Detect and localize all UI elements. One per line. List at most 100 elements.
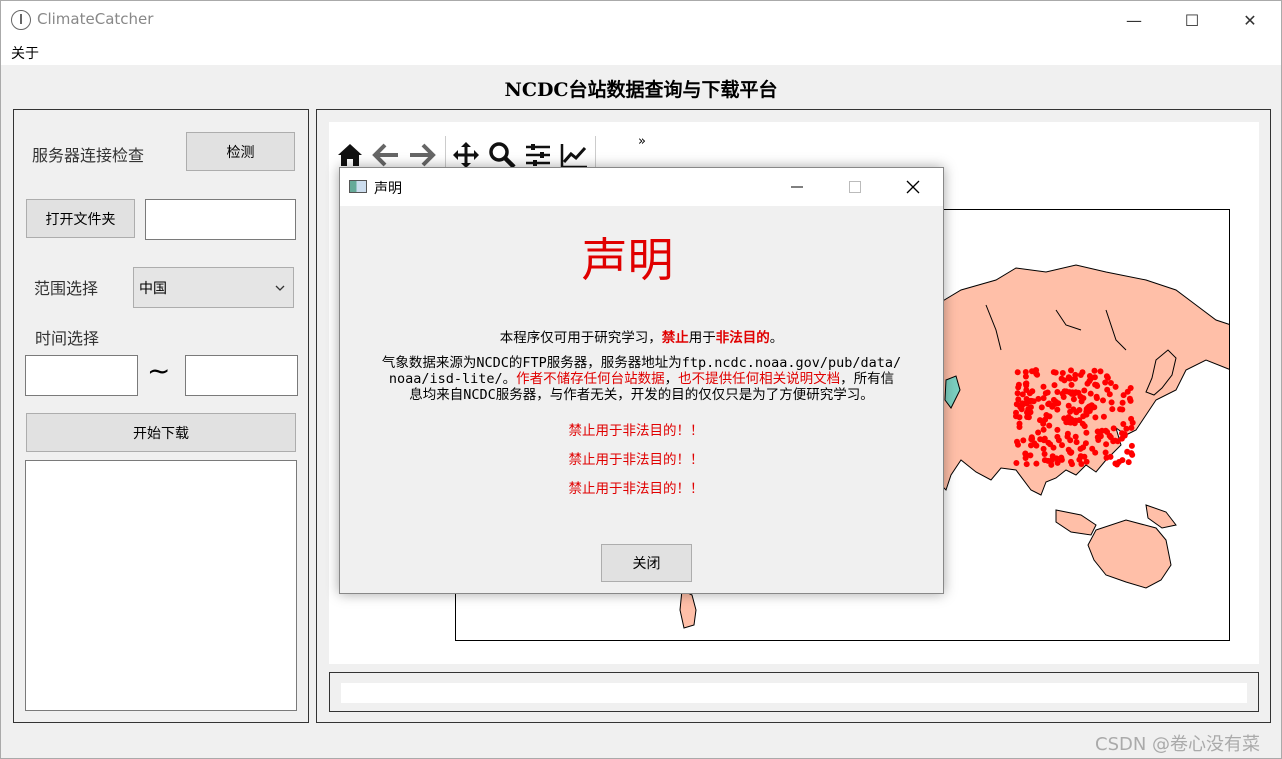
station-dot [1086,373,1093,379]
maximize-button[interactable]: ☐ [1163,1,1221,39]
usage-notice-mid: 用于 [688,330,716,346]
minimize-button[interactable]: — [1105,1,1163,39]
station-dot [1128,424,1135,431]
toolbar-overflow-button[interactable]: » [638,134,646,149]
station-dot [1072,433,1079,440]
station-dot [1108,399,1115,406]
window-icon [349,180,367,193]
station-dot [1065,375,1072,382]
no-storage-text: 作者不储存任何台站数据 [516,371,665,387]
station-dot [1104,374,1111,381]
log-output[interactable] [25,460,297,711]
zoom-icon[interactable] [487,140,517,170]
progress-bar [341,683,1247,703]
station-dot [1097,368,1104,375]
open-folder-button[interactable]: 打开文件夹 [26,199,135,238]
dialog-title-bar[interactable]: 声明 [340,168,943,206]
station-dot [1068,367,1074,374]
menu-about[interactable]: 关于 [11,43,39,63]
station-dot [1033,460,1040,467]
station-dot [1061,415,1068,422]
app-window: ClimateCatcher — ☐ ✕ 关于 NCDC台站数据查询与下载平台 … [0,0,1282,759]
disclaimer-dialog: 声明 声明 本程序仅可用于研究学习，禁止用于非法目的。 气象数据来源为NCDC的… [339,167,944,594]
station-dot [1091,367,1098,374]
home-icon[interactable] [335,140,365,170]
land-mass [1087,519,1172,589]
source-line-3: 息均来自NCDC服务器，与作者无关，开发的目的仅仅只是为了方便研究学习。 [409,387,874,403]
range-select[interactable]: 中国 [133,267,294,308]
station-dot [1104,386,1111,393]
station-dot [1049,403,1056,410]
station-dot [1054,389,1061,395]
configure-subplots-icon[interactable] [523,140,553,170]
station-dot [1112,383,1119,390]
station-dot [1052,369,1059,376]
dialog-close-button[interactable] [906,180,920,194]
start-download-button[interactable]: 开始下载 [26,413,296,452]
station-dot [1110,425,1117,432]
station-dot [1046,422,1053,429]
page-title: NCDC台站数据查询与下载平台 [504,79,778,101]
edit-axis-icon[interactable] [559,140,589,170]
station-dot [1117,406,1124,413]
source-line-2-prefix: noaa/isd-lite/。 [388,371,517,387]
station-dot [1094,383,1101,389]
station-dot [1092,414,1099,421]
back-icon[interactable] [371,140,401,170]
dialog-minimize-button[interactable] [790,180,804,194]
time-label: 时间选择 [35,329,100,348]
dialog-maximize-button[interactable] [848,180,862,194]
station-dot [1081,423,1088,430]
source-line-2-sep: ， [664,371,679,387]
station-dot [1027,452,1034,459]
station-dot [1119,399,1126,406]
station-dot [1119,457,1126,464]
station-dot [1016,420,1023,427]
illegal-text: 非法目的 [715,330,770,346]
usage-notice-prefix: 本程序仅可用于研究学习， [499,330,662,346]
forward-icon[interactable] [407,140,437,170]
station-dot [1040,426,1047,433]
station-dot [1093,395,1100,402]
watermark: CSDN @卷心没有菜 [1095,734,1261,755]
check-button[interactable]: 检测 [186,132,295,171]
station-dot [1080,444,1087,451]
dialog-close-action-button[interactable]: 关闭 [601,544,692,582]
time-end-input[interactable] [185,355,298,396]
station-dot [1077,372,1084,378]
app-title: ClimateCatcher [37,10,154,28]
time-start-input[interactable] [25,355,138,396]
station-dot [1125,459,1132,466]
station-dot [1064,433,1071,440]
station-dot [1102,449,1109,456]
land-mass [679,589,697,629]
menu-bar: 关于 [1,39,1281,65]
tilde-separator: ~ [147,354,171,387]
station-dot [1086,378,1093,385]
station-dot [1076,456,1083,463]
station-dot [1068,381,1075,388]
title-bar[interactable]: ClimateCatcher — ☐ ✕ [1,1,1281,39]
station-dot [1081,387,1088,394]
station-dot [1041,451,1048,457]
source-line-2-suffix: ，所有信 [840,371,895,387]
station-dot [1100,397,1106,404]
usage-notice: 本程序仅可用于研究学习，禁止用于非法目的。 [340,326,943,346]
station-dot [1065,402,1072,409]
range-label: 范围选择 [34,279,99,298]
dialog-heading: 声明 [581,233,674,287]
station-dot [1106,432,1113,439]
station-dot [1035,429,1042,436]
pan-icon[interactable] [451,140,481,170]
warning-line-1: 禁止用于非法目的！！ [568,423,704,439]
source-line-2: noaa/isd-lite/。作者不储存任何台站数据，也不提供任何相关说明文档，… [340,371,943,387]
close-button[interactable]: ✕ [1221,1,1279,39]
station-dot [1050,444,1057,451]
thermometer-icon [11,10,31,30]
station-dot [1043,412,1050,418]
station-dot [1128,415,1135,422]
station-dot [1073,409,1080,416]
control-panel: 服务器连接检查 检测 打开文件夹 范围选择 中国 时间选择 ~ 开始下载 [13,109,309,723]
folder-path-input[interactable] [145,199,296,240]
station-dot [1075,389,1082,396]
